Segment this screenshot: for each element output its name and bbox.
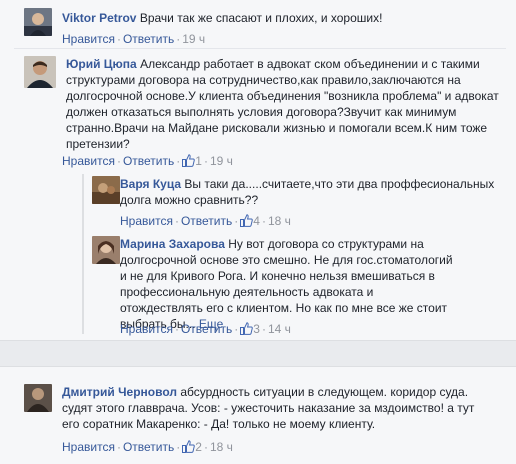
like-button[interactable]: Нравится xyxy=(62,154,115,168)
avatar[interactable] xyxy=(24,384,52,412)
avatar[interactable] xyxy=(92,236,120,264)
thumbs-up-icon xyxy=(240,214,254,227)
reply-button[interactable]: Ответить xyxy=(123,440,174,454)
avatar[interactable] xyxy=(92,176,120,204)
avatar[interactable] xyxy=(24,56,56,88)
comment-body-container: Дмитрий Черновол абсурдность ситуации в … xyxy=(62,384,482,432)
reply-button[interactable]: Ответить xyxy=(123,154,174,168)
divider xyxy=(14,48,506,49)
comment-actions: Нравится · Ответить · 1 · 19 ч xyxy=(62,154,233,168)
thumbs-up-icon xyxy=(182,154,196,167)
thumbs-up-icon xyxy=(182,440,196,453)
comment-author[interactable]: Марина Захарова xyxy=(120,237,225,251)
like-button[interactable]: Нравится xyxy=(62,440,115,454)
comment-actions: Нравится · Ответить · 2 · 18 ч xyxy=(62,440,233,454)
comment-author[interactable]: Юрий Цюпа xyxy=(66,57,137,71)
comment-actions: Нравится · Ответить · 19 ч xyxy=(62,32,206,46)
comment-author[interactable]: Viktor Petrov xyxy=(62,11,136,25)
reply-thread-line xyxy=(82,174,84,334)
comment-author[interactable]: Дмитрий Черновол xyxy=(62,385,177,399)
reply-button[interactable]: Ответить xyxy=(181,322,232,336)
comment-actions: Нравится · Ответить · 4 · 18 ч xyxy=(120,214,291,228)
comment-time[interactable]: 19 ч xyxy=(210,154,233,168)
comment-time[interactable]: 18 ч xyxy=(268,214,291,228)
reply-button[interactable]: Ответить xyxy=(181,214,232,228)
like-count[interactable]: 1 xyxy=(195,154,202,168)
reply-button[interactable]: Ответить xyxy=(123,32,174,46)
comment-author[interactable]: Варя Куца xyxy=(120,177,181,191)
comment-time[interactable]: 18 ч xyxy=(210,440,233,454)
comment-body-container: Марина Захарова Ну вот договора со струк… xyxy=(120,236,456,332)
comment-time[interactable]: 14 ч xyxy=(268,322,291,336)
like-button[interactable]: Нравится xyxy=(62,32,115,46)
comment-actions: Нравится · Ответить · 3 · 14 ч xyxy=(120,322,291,336)
comment-body: Ну вот договора со структурами на долгос… xyxy=(120,237,453,331)
like-button[interactable]: Нравится xyxy=(120,322,173,336)
like-button[interactable]: Нравится xyxy=(120,214,173,228)
like-count[interactable]: 2 xyxy=(195,440,202,454)
comment-time[interactable]: 19 ч xyxy=(182,32,205,46)
comment-varya-kutsa: Варя Куца Вы таки да.....считаете,что эт… xyxy=(92,176,502,216)
thumbs-up-icon xyxy=(240,322,254,335)
like-count[interactable]: 3 xyxy=(253,322,260,336)
comment-yuriy-tsyupa: Юрий Цюпа Александр работает в адвокат с… xyxy=(24,56,504,166)
comment-body: Врачи так же спасают и плохих, и хороших… xyxy=(139,11,383,25)
like-count[interactable]: 4 xyxy=(253,214,260,228)
comment-body: Александр работает в адвокат ском объеди… xyxy=(66,57,499,151)
avatar[interactable] xyxy=(24,8,52,36)
